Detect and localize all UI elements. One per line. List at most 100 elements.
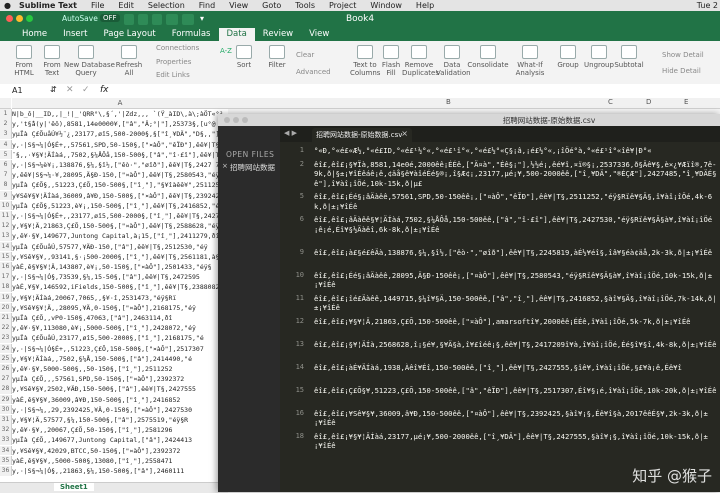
row-header[interactable]: 27: [0, 374, 12, 384]
cell-a[interactable]: y,¥§¥¦ÄÍàá,,7502,§¼Å,150-500§,["â"],2414…: [12, 354, 226, 364]
name-box-dropdown-icon[interactable]: ⇵: [50, 85, 57, 94]
menu-selection[interactable]: Selection: [148, 1, 185, 10]
row-header[interactable]: 35: [0, 455, 12, 466]
row-header[interactable]: 8: [0, 180, 12, 191]
code-line[interactable]: °«Ð,°«é£«Æ½,°«é£ID,°«é£¹½°«,°«é£¹î°«,°«é…: [314, 146, 718, 156]
cell-a[interactable]: y,¥Sê¥§¥¦Ä,,28095,¥Ä,0-150§,["¤àÔ"],2168…: [12, 303, 226, 313]
code-line[interactable]: êî£,êî£¡Éé§¡âÄàêê,28095,Ä§Ð-150êê¡,["¤àÔ…: [314, 271, 718, 290]
code-line[interactable]: êî£,êî£¡îé£Äàêê,1449715,§¼î¥§Ä,150-500êê…: [314, 294, 718, 313]
row-header[interactable]: 12: [0, 221, 12, 231]
tab-review[interactable]: Review: [255, 28, 301, 41]
cell-a[interactable]: yàÉ,ê§¥§¥,,5000-500§,13080,["î¸"],255847…: [12, 456, 226, 466]
new-database-query-button[interactable]: New Database Query: [64, 45, 115, 77]
row-header[interactable]: 23: [0, 333, 12, 344]
row-header[interactable]: 20: [0, 302, 12, 313]
cell-a[interactable]: yµÏà Ç£ÕuåÚ¥½¨¿,23177,øî5,500-2000§,§["î…: [12, 129, 226, 139]
cell-a[interactable]: yàÉ,ê§¥§¥¦Ä,143807,è¥¡,50-150§,["¤àÔ"],2…: [12, 262, 226, 272]
sort-az-icon[interactable]: A-Z: [220, 47, 232, 55]
cell-a[interactable]: y,·|S§¬¼|Ó§É+,,51223,Ç£Õ,150-500§,["¤àÔ"…: [12, 344, 226, 354]
filter-button[interactable]: Filter: [266, 45, 288, 69]
cell-a[interactable]: y,ê¥·§¥,149677,Juntong Capital,à¡15,["î¸…: [12, 231, 226, 241]
row-header[interactable]: 25: [0, 353, 12, 364]
row-header[interactable]: 15: [0, 251, 12, 262]
menu-file[interactable]: File: [91, 1, 104, 10]
cell-a[interactable]: y,¥Sê¥§¥,2502,¥ÄÐ,150-500§,["â"],êê¥|T§,…: [12, 384, 226, 394]
cell-a[interactable]: y,¥§¥¦ÄÍàá,20067,7065,,§¥·î,2531473,"éÿ§…: [12, 293, 226, 303]
row-header[interactable]: 19: [0, 292, 12, 303]
cell-a[interactable]: yµÏà Ç£ÕuåÚ,23177,øî5,500-2000§,["î¸"],2…: [12, 333, 226, 343]
row-header[interactable]: 36: [0, 466, 12, 476]
menu-help[interactable]: Help: [416, 1, 434, 10]
cell-a[interactable]: ¨§,,·¥§¥¦ÄÍàá,,7502,§¼ÅÔå,150-500§,["â",…: [12, 150, 226, 160]
row-header[interactable]: 24: [0, 343, 12, 354]
menu-tools[interactable]: Tools: [295, 1, 315, 10]
spreadsheet-grid[interactable]: A 1 N|b_ô|__ID,,|_!|_'QRR°\,§´,'|Zdz,,, `…: [0, 98, 228, 492]
sort-button[interactable]: Sort: [234, 45, 254, 69]
cell-a[interactable]: y,·|S§¬¼è¥¡,138876,§¼,§î½,["êò·","øîð"],…: [12, 160, 226, 170]
menu-find[interactable]: Find: [199, 1, 215, 10]
remove-duplicates-button[interactable]: Remove Duplicates: [402, 45, 439, 77]
code-line[interactable]: êî£,êî£¡âÄàêê§¥¦ÄÍàá,7502,§¼ÅÔå,150-500ê…: [314, 215, 718, 244]
row-header[interactable]: 18: [0, 282, 12, 293]
row-header[interactable]: 3: [0, 129, 12, 140]
sidebar-file-close-icon[interactable]: ×: [222, 162, 228, 170]
menu-view[interactable]: View: [229, 1, 248, 10]
hide-detail-button[interactable]: Hide Detail: [662, 67, 701, 75]
row-header[interactable]: 33: [0, 435, 12, 446]
cell-a[interactable]: y,¥§¥¦Ä,57577,§¼,150-500§,["â"],2575519,…: [12, 415, 226, 425]
cell-a[interactable]: y,ê¥·§¥,113080,è¥¡,5000-500§,["î¸"],2428…: [12, 323, 226, 333]
connections-button[interactable]: Connections: [156, 44, 199, 52]
row-header[interactable]: 32: [0, 425, 12, 435]
properties-button[interactable]: Properties: [156, 58, 191, 66]
code-editor[interactable]: °«Ð,°«é£«Æ½,°«é£ID,°«é£¹½°«,°«é£¹î°«,°«é…: [312, 142, 720, 492]
tab-page-layout[interactable]: Page Layout: [96, 28, 164, 41]
column-header-b[interactable]: B: [446, 98, 451, 106]
refresh-all-button[interactable]: Refresh All: [114, 45, 144, 77]
code-line[interactable]: êî£,êî£¡à£§é£êÄà,138876,§¼,§î½,["êò·","ø…: [314, 248, 718, 267]
row-header[interactable]: 26: [0, 364, 12, 374]
code-line[interactable]: êî£,êî£¡¥Sê¥§¥,36009,â¥Ð,150-500êê,["¤àÔ…: [314, 409, 718, 428]
flash-fill-button[interactable]: Flash Fill: [380, 45, 402, 77]
code-line[interactable]: êî£,êî£¡¥§¥¦ÄÍàá,23177,µé¡¥,500-2000êê,[…: [314, 432, 718, 451]
row-header[interactable]: 17: [0, 272, 12, 282]
consolidate-button[interactable]: Consolidate: [466, 45, 510, 69]
row-header[interactable]: 6: [0, 160, 12, 170]
tab-nav-arrows-icon[interactable]: ◀ ▶: [284, 129, 297, 137]
row-header[interactable]: 31: [0, 415, 12, 425]
cell-a[interactable]: yµÏà Ç£Õ,,vP0-150§,47063,["â"],2463114,ð…: [12, 313, 226, 323]
cell-a[interactable]: yµÏà Ç£Õ,,,57561,SPD,50-150§,["¤àÔ"],239…: [12, 374, 226, 384]
file-tab-close-icon[interactable]: ×: [401, 129, 408, 138]
code-line[interactable]: êî£,êî£¡¥§¥¦Ä,21863,Ç£Õ,150-500êê,["¤àÔ"…: [314, 317, 718, 336]
row-header[interactable]: 1: [0, 109, 12, 119]
cell-a[interactable]: y,·|S§¬¼,,29,2392425,¥Ä,0-150§,["¤àÔ"],2…: [12, 405, 226, 415]
formula-input[interactable]: [116, 85, 720, 96]
sheet-tab-sheet1[interactable]: Sheet1: [54, 483, 94, 491]
show-detail-button[interactable]: Show Detail: [662, 51, 704, 59]
cell-a[interactable]: y,·|S§¬¼|Ó§,,21863,§¼,150-500§,["â"],246…: [12, 466, 226, 476]
row-header[interactable]: 7: [0, 170, 12, 180]
row-header[interactable]: 30: [0, 404, 12, 415]
cell-a[interactable]: y,¥§¥¦Ä,21863,Ç£Õ,150-500§,["¤àÔ"],êê¥|T…: [12, 221, 226, 231]
code-line[interactable]: êî£,êî£¡Ç£Õ§¥,51223,Ç£Õ,150-500êê,["â","…: [314, 386, 718, 405]
row-header[interactable]: 11: [0, 211, 12, 221]
advanced-button[interactable]: Advanced: [296, 68, 331, 76]
subtotal-button[interactable]: Subtotal: [614, 45, 644, 69]
row-header[interactable]: 10: [0, 200, 12, 211]
cell-a[interactable]: y,êê¥|S§¬¼·¥,28095,Ä§Ð-150,["¤àÔ"],êê¥|T…: [12, 170, 226, 180]
tab-formulas[interactable]: Formulas: [164, 28, 219, 41]
select-all-corner[interactable]: [0, 98, 11, 109]
text-to-columns-button[interactable]: Text to Columns: [350, 45, 380, 77]
enter-icon[interactable]: ✓: [82, 85, 90, 95]
row-header[interactable]: 16: [0, 262, 12, 272]
code-line[interactable]: êî£,êî£¡§¥¦ÄÍà,2568628,î¡§é¥,§¥Ä§à,î¥£îé…: [314, 340, 718, 359]
row-header[interactable]: 9: [0, 190, 12, 201]
column-header-e[interactable]: E: [684, 98, 688, 106]
cell-a[interactable]: y¥Sê¥§¥¦ÄÍàá,36009,â¥Ð,150-500§,["¤àÔ"],…: [12, 191, 226, 201]
row-header[interactable]: 14: [0, 241, 12, 252]
row-header[interactable]: 21: [0, 313, 12, 323]
cell-a[interactable]: yµÏà Ç£Õ§,51223,è¥¡,150-500§,["î¸"],êê¥|…: [12, 201, 226, 211]
menu-app-name[interactable]: Sublime Text: [19, 1, 77, 10]
ungroup-button[interactable]: Ungroup: [584, 45, 614, 69]
file-tab[interactable]: 招聘网站数据-原始数据.csv ×: [312, 128, 412, 142]
code-line[interactable]: êî£,êî£¡Éé§¡âÄàêê,57561,SPD,50-150êê¡,["…: [314, 192, 718, 211]
